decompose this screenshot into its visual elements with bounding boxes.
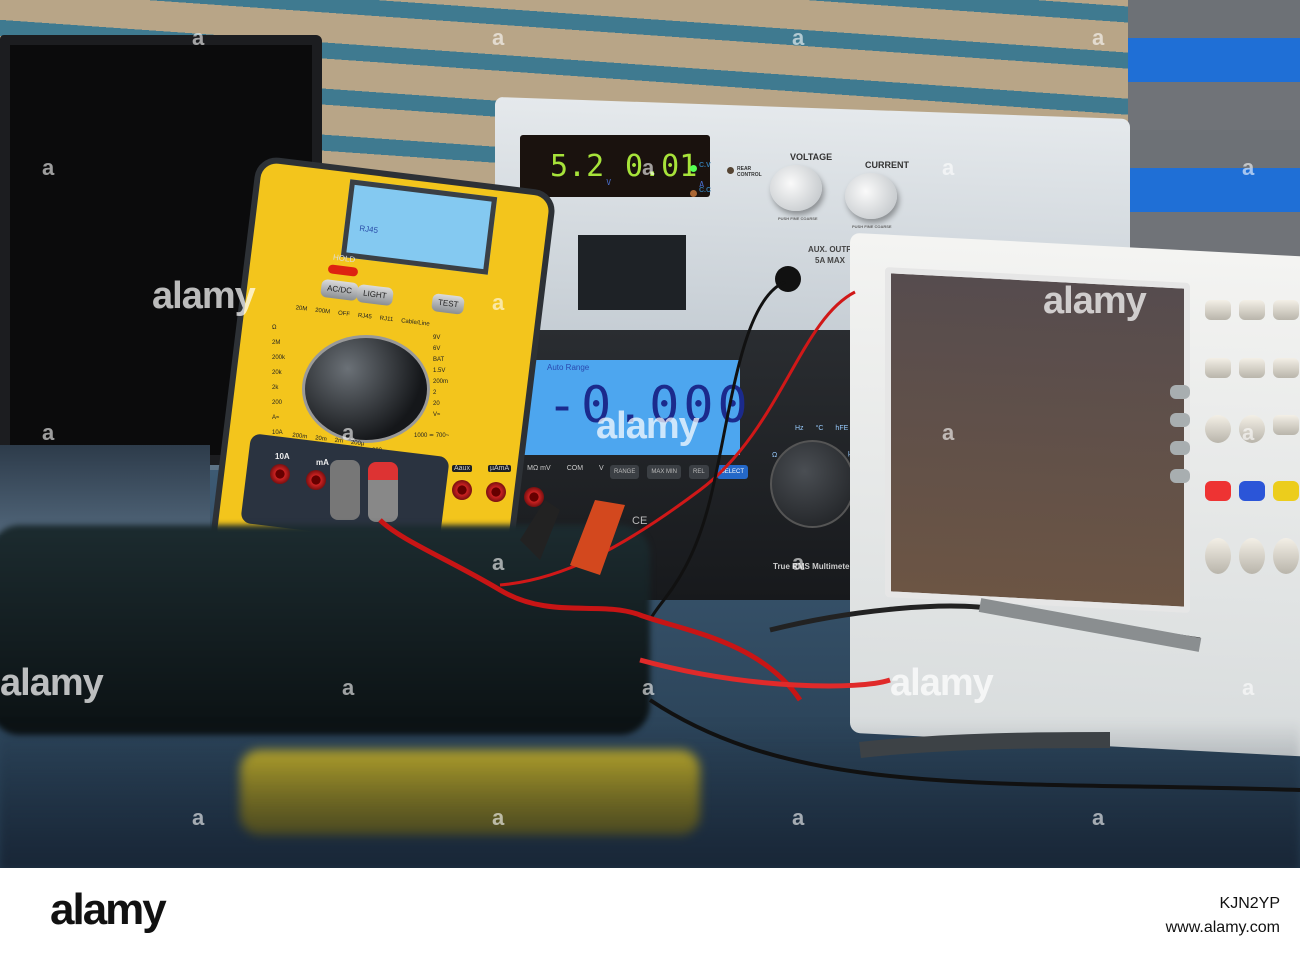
watermark-letter: a	[792, 25, 805, 50]
watermark-letter: a	[1092, 25, 1105, 50]
watermark-letter: a	[1242, 675, 1255, 700]
watermark-letter: a	[642, 675, 655, 700]
watermark-letter: a	[492, 550, 505, 575]
watermark-letter: a	[792, 805, 805, 830]
footer-bar	[0, 868, 1300, 956]
watermark: alamy	[1043, 280, 1147, 322]
input-label-com: COM	[566, 465, 584, 472]
watermark: alamy	[596, 405, 700, 447]
watermark: alamy	[152, 275, 256, 317]
footer-info: KJN2YP www.alamy.com	[1166, 892, 1280, 940]
watermark-letter: a	[492, 290, 505, 315]
image-id: KJN2YP	[1219, 895, 1280, 912]
watermark-letter: a	[942, 155, 955, 180]
watermark-letter: a	[492, 805, 505, 830]
watermark-letter: a	[42, 155, 55, 180]
watermark-letter: a	[192, 25, 205, 50]
probe-handle	[859, 732, 1111, 758]
photo-scene: 5.2 V 0.01 A C.V C.C REAR CONTROL VOLTAG…	[0, 0, 1300, 868]
watermark: alamy	[0, 662, 104, 704]
bnc-connector	[978, 598, 1202, 652]
aaux-socket[interactable]	[452, 480, 472, 500]
watermark-letter: a	[342, 675, 355, 700]
watermark-letter: a	[642, 155, 655, 180]
input-label-mohm-mv: MΩ mV	[527, 465, 551, 472]
orange-plug	[570, 500, 625, 575]
bench-input-labels: Aaux µAmA MΩ mV COM V	[452, 465, 604, 472]
watermark-letter: a	[1242, 420, 1255, 445]
black-lead-cable	[648, 280, 786, 621]
input-label-uama: µAmA	[487, 465, 512, 472]
watermark-letter: a	[342, 420, 355, 445]
alamy-logo: alamy	[50, 885, 167, 934]
input-label-v: V	[599, 465, 604, 472]
watermark-letter: a	[42, 420, 55, 445]
watermark: alamy	[890, 662, 994, 704]
dial-label: 1000 ≃ 700~	[414, 433, 450, 439]
site-url: www.alamy.com	[1165, 919, 1280, 936]
watermark-letter: a	[192, 805, 205, 830]
watermark-letter: a	[792, 550, 805, 575]
watermark-letter: a	[942, 420, 955, 445]
watermark-letter: a	[1092, 805, 1105, 830]
input-label-aaux: Aaux	[452, 465, 472, 472]
watermark-letter: a	[1242, 155, 1255, 180]
watermark-letter: a	[492, 25, 505, 50]
uama-socket[interactable]	[486, 482, 506, 502]
black-plug	[520, 500, 560, 560]
